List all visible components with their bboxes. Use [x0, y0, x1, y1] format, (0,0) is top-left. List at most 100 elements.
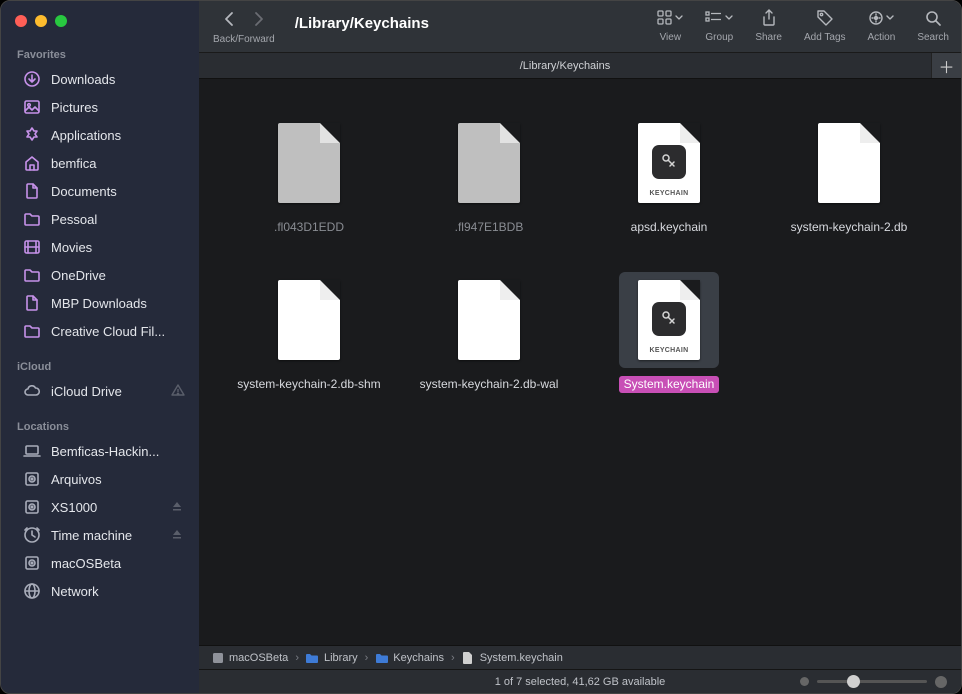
sidebar-item-label: MBP Downloads	[51, 296, 185, 311]
file-item[interactable]: system-keychain-2.db	[759, 109, 939, 242]
folder-icon	[306, 651, 319, 664]
folder-icon	[23, 266, 41, 284]
sidebar-item[interactable]: Movies	[1, 233, 199, 261]
home-icon	[23, 154, 41, 172]
chevron-right-icon: ›	[362, 652, 372, 664]
sidebar-item[interactable]: MBP Downloads	[1, 289, 199, 317]
main-pane: Back/Forward /Library/Keychains View Gro…	[199, 1, 961, 693]
sidebar-item-label: Creative Cloud Fil...	[51, 324, 185, 339]
sidebar-item[interactable]: XS1000	[1, 493, 199, 521]
slider-knob[interactable]	[847, 675, 860, 688]
sidebar: Favorites Downloads Pictures Applications be…	[1, 1, 199, 693]
sidebar-item-label: Applications	[51, 128, 185, 143]
sidebar-item-label: macOSBeta	[51, 556, 185, 571]
warning-icon	[171, 383, 185, 400]
disk-icon	[211, 651, 224, 664]
file-item[interactable]: KEYCHAINSystem.keychain	[579, 266, 759, 399]
file-item[interactable]: .fl947E1BDB	[399, 109, 579, 242]
sidebar-item-label: Documents	[51, 184, 185, 199]
group-menu[interactable]: Group	[705, 7, 733, 43]
sidebar-item[interactable]: Pictures	[1, 93, 199, 121]
view-menu[interactable]: View	[657, 7, 683, 43]
sidebar-item-label: Network	[51, 584, 185, 599]
path-bar: macOSBeta›Library›Keychains›System.keych…	[199, 645, 961, 669]
time-icon	[23, 526, 41, 544]
sidebar-item[interactable]: macOSBeta	[1, 549, 199, 577]
sidebar-item-label: Pessoal	[51, 212, 185, 227]
back-button[interactable]	[223, 11, 235, 30]
file-browser[interactable]: .fl043D1EDD.fl947E1BDBKEYCHAINapsd.keych…	[199, 79, 961, 645]
icon-size-slider[interactable]	[800, 676, 947, 688]
forward-button[interactable]	[253, 11, 265, 30]
file-item[interactable]: system-keychain-2.db-shm	[219, 266, 399, 399]
path-segment-label: Keychains	[393, 652, 444, 664]
tab-bar: /Library/Keychains ＋	[199, 53, 961, 79]
tab-keychains[interactable]: /Library/Keychains	[199, 53, 931, 78]
action-menu[interactable]: Action	[868, 7, 896, 43]
path-segment[interactable]: macOSBeta	[211, 651, 288, 664]
sidebar-item[interactable]: Pessoal	[1, 205, 199, 233]
file-label: System.keychain	[619, 376, 720, 393]
status-bar: 1 of 7 selected, 41,62 GB available	[199, 669, 961, 693]
doc-icon	[23, 294, 41, 312]
sidebar-item[interactable]: Creative Cloud Fil...	[1, 317, 199, 345]
group-icon	[705, 7, 733, 29]
sidebar-item-label: Time machine	[51, 528, 161, 543]
window-title: /Library/Keychains	[295, 15, 652, 32]
path-segment[interactable]: Keychains	[375, 651, 444, 664]
sidebar-item[interactable]: Documents	[1, 177, 199, 205]
slider-track[interactable]	[817, 680, 927, 683]
document-file-icon	[439, 272, 539, 368]
sidebar-item-label: bemfica	[51, 156, 185, 171]
new-tab-button[interactable]: ＋	[931, 53, 961, 78]
close-button[interactable]	[15, 15, 27, 27]
minimize-button[interactable]	[35, 15, 47, 27]
path-segment[interactable]: Library	[306, 651, 358, 664]
folder-icon	[23, 210, 41, 228]
globe-icon	[23, 582, 41, 600]
toolbar: Back/Forward /Library/Keychains View Gro…	[199, 1, 961, 53]
eject-icon[interactable]	[171, 528, 185, 543]
path-segment[interactable]: System.keychain	[462, 651, 563, 664]
keychain-file-icon: KEYCHAIN	[619, 115, 719, 211]
path-segment-label: System.keychain	[480, 652, 563, 664]
slider-min-icon	[800, 677, 809, 686]
status-text: 1 of 7 selected, 41,62 GB available	[495, 676, 666, 688]
laptop-icon	[23, 442, 41, 460]
document-file-icon	[259, 115, 359, 211]
sidebar-item[interactable]: Applications	[1, 121, 199, 149]
folder-icon	[375, 651, 388, 664]
doc-icon	[23, 182, 41, 200]
search-button[interactable]: Search	[917, 7, 949, 43]
sidebar-item[interactable]: bemfica	[1, 149, 199, 177]
path-segment-label: macOSBeta	[229, 652, 288, 664]
sidebar-item[interactable]: iCloud Drive	[1, 377, 199, 405]
sidebar-section-label: Locations	[1, 415, 199, 437]
folder-icon	[23, 322, 41, 340]
search-icon	[925, 7, 941, 29]
zoom-button[interactable]	[55, 15, 67, 27]
file-icon	[462, 651, 475, 664]
sidebar-item[interactable]: Bemficas-Hackin...	[1, 437, 199, 465]
cloud-icon	[23, 382, 41, 400]
tags-button[interactable]: Add Tags	[804, 7, 846, 43]
file-label: system-keychain-2.db-shm	[233, 376, 384, 393]
finder-window: Favorites Downloads Pictures Applications be…	[0, 0, 962, 694]
file-item[interactable]: system-keychain-2.db-wal	[399, 266, 579, 399]
slider-max-icon	[935, 676, 947, 688]
disk-icon	[23, 498, 41, 516]
sidebar-item[interactable]: Time machine	[1, 521, 199, 549]
eject-icon[interactable]	[171, 500, 185, 515]
download-icon	[23, 70, 41, 88]
share-button[interactable]: Share	[755, 7, 782, 43]
sidebar-item-label: XS1000	[51, 500, 161, 515]
sidebar-item-label: Downloads	[51, 72, 185, 87]
file-item[interactable]: .fl043D1EDD	[219, 109, 399, 242]
sidebar-item[interactable]: OneDrive	[1, 261, 199, 289]
sidebar-item[interactable]: Network	[1, 577, 199, 605]
sidebar-section-label: Favorites	[1, 43, 199, 65]
sidebar-item[interactable]: Arquivos	[1, 465, 199, 493]
pictures-icon	[23, 98, 41, 116]
file-item[interactable]: KEYCHAINapsd.keychain	[579, 109, 759, 242]
sidebar-item[interactable]: Downloads	[1, 65, 199, 93]
